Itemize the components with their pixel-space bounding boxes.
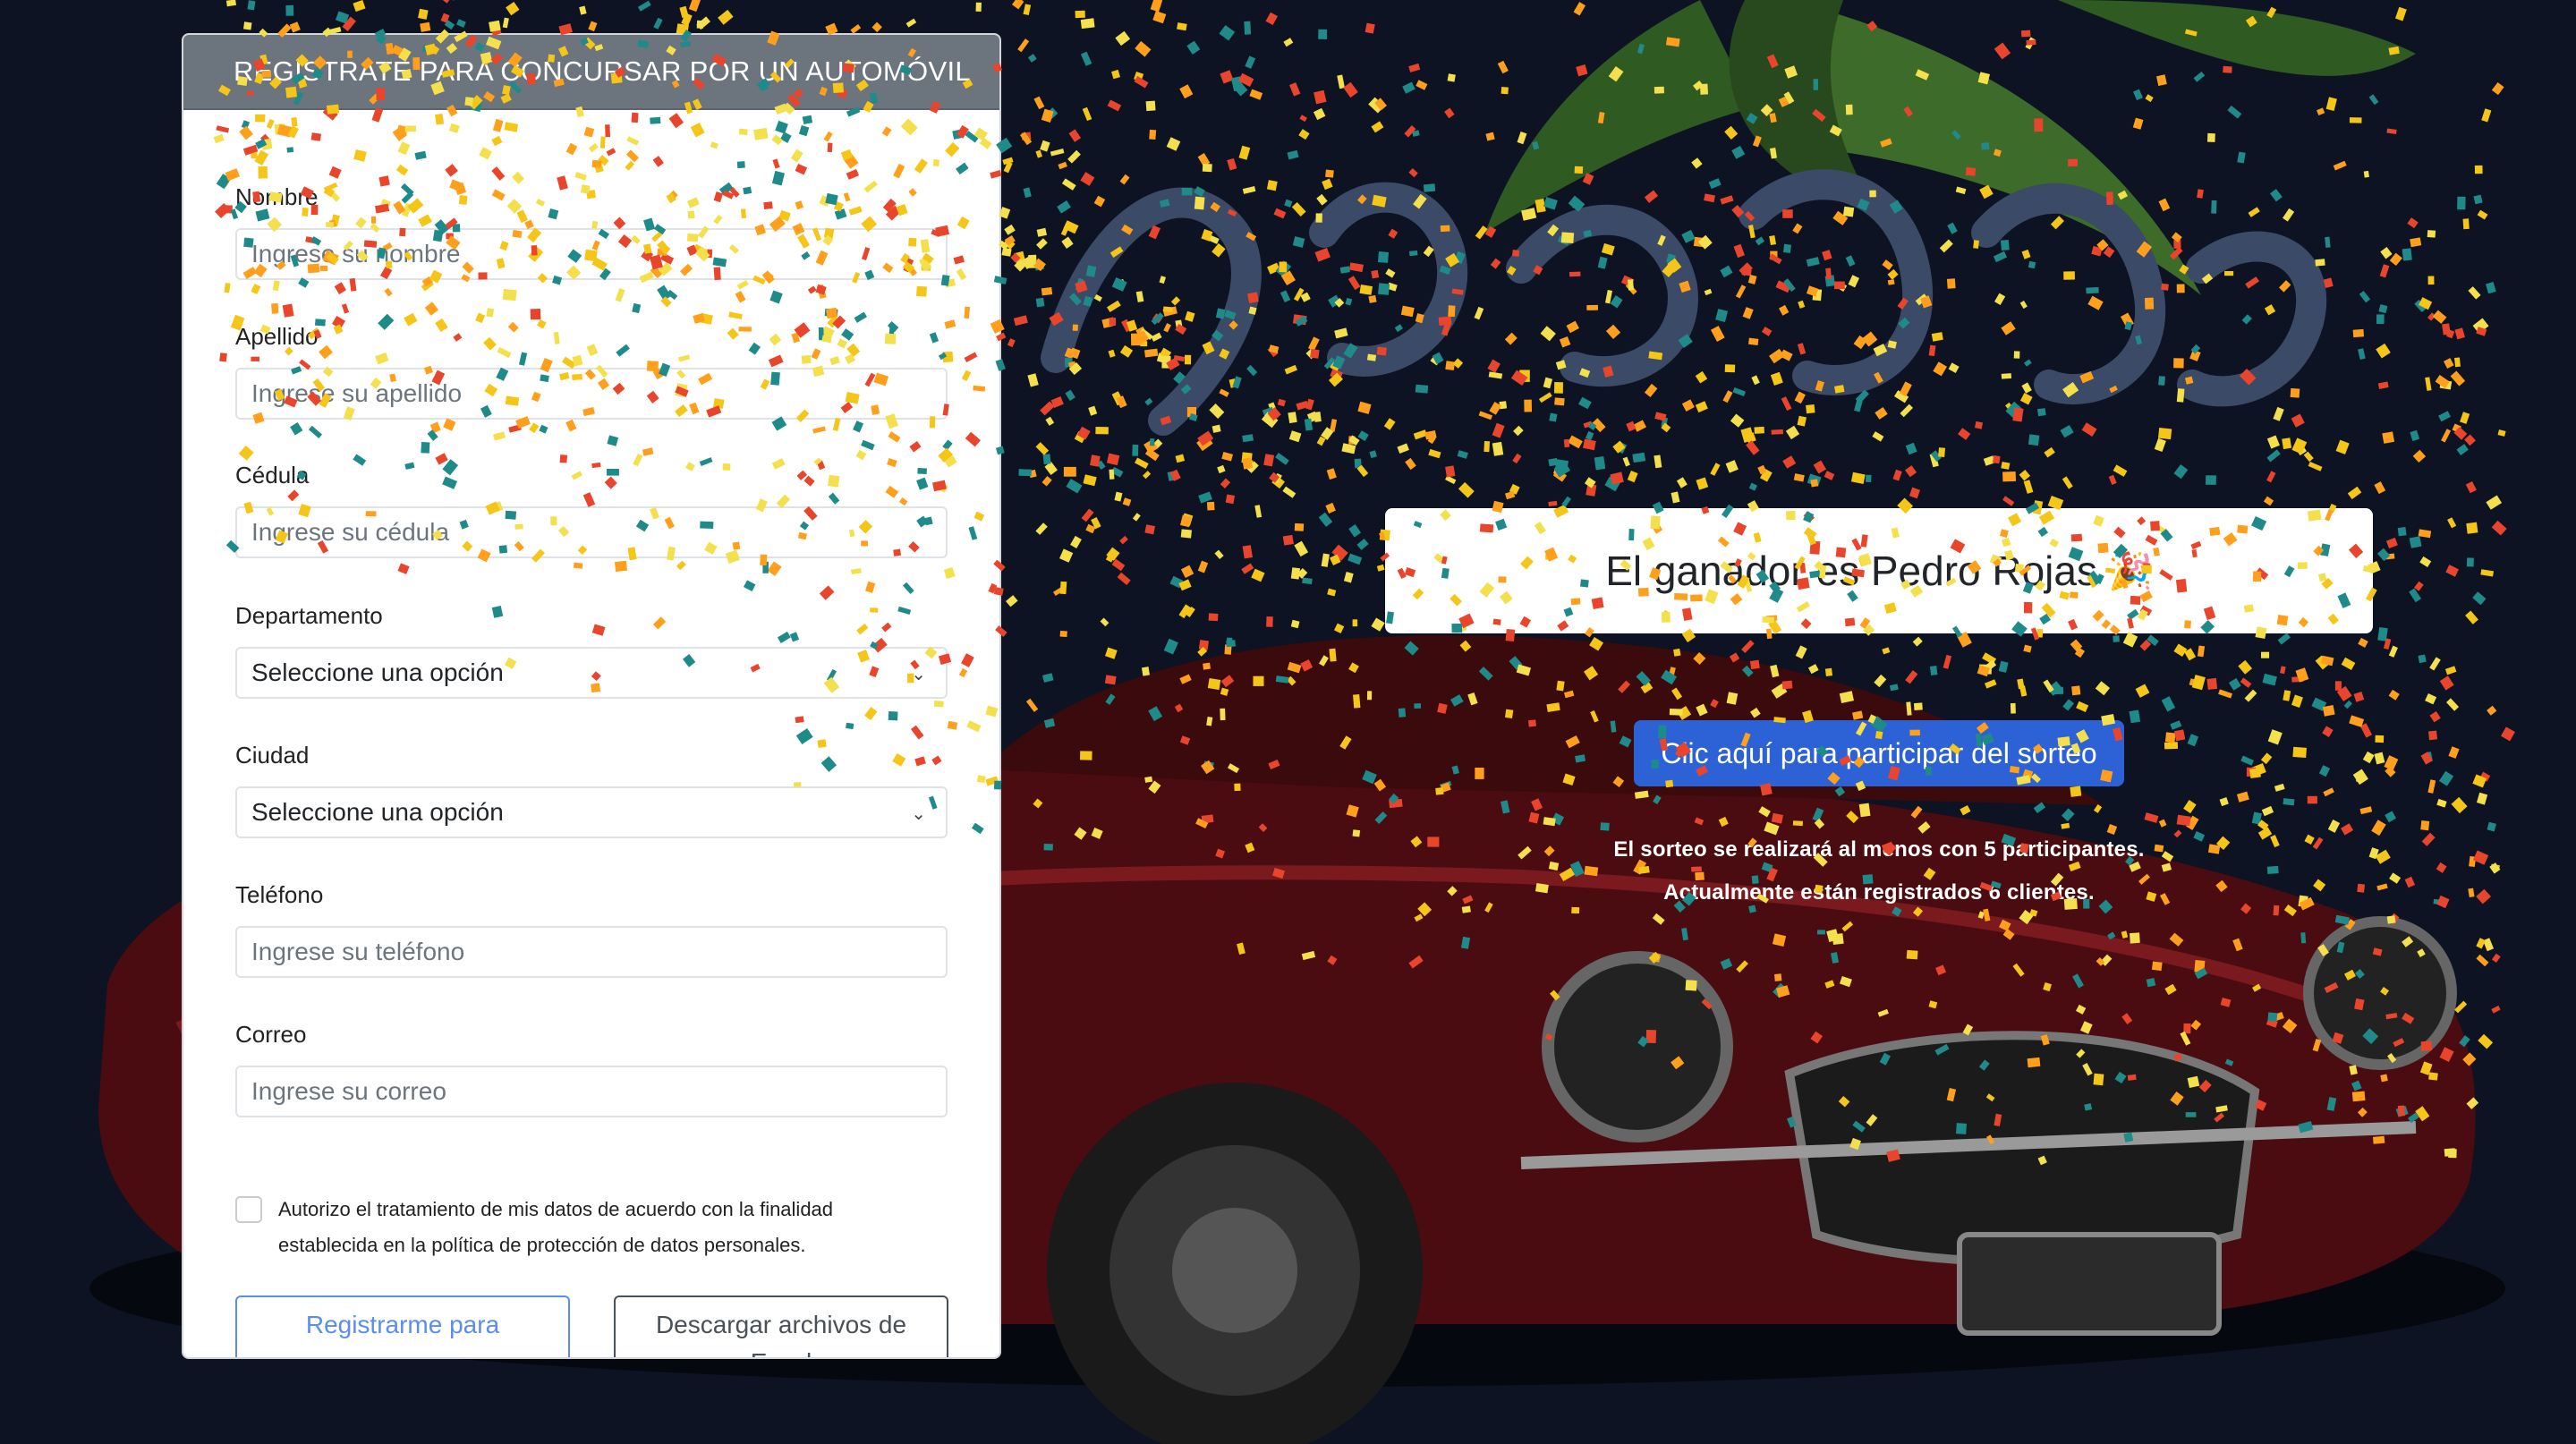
registered-count-text: Actualmente están registrados 6 clientes… [1663, 880, 2095, 905]
email-input[interactable] [235, 1066, 948, 1117]
participate-raffle-button[interactable]: Clic aquí para participar del sorteo [1634, 720, 2124, 786]
city-select[interactable]: Seleccione una opción ⌄ [235, 786, 948, 838]
consent-text: Autorizo el tratamiento de mis datos de … [278, 1198, 834, 1256]
register-button[interactable]: Registrarme para concursar [235, 1295, 570, 1357]
chevron-down-icon: ⌄ [911, 804, 926, 824]
id-number-input[interactable] [235, 506, 948, 558]
department-select[interactable]: Seleccione una opción ⌄ [235, 647, 948, 699]
phone-input[interactable] [235, 926, 948, 978]
party-popper-icon: 🎉 [2107, 551, 2153, 591]
download-excel-button[interactable]: Descargar archivos de Excel [614, 1295, 948, 1357]
phone-label: Teléfono [235, 881, 324, 908]
lastname-input[interactable] [235, 368, 948, 420]
card-header: REGÍSTRATE PARA CONCURSAR POR UN AUTOMÓV… [183, 35, 999, 110]
winner-text: El ganador es Pedro Rojas [1605, 548, 2097, 594]
city-label: Ciudad [235, 742, 310, 769]
consent-row: Autorizo el tratamiento de mis datos de … [235, 1192, 951, 1263]
winner-banner: El ganador es Pedro Rojas 🎉 [1385, 508, 2373, 633]
city-selected-value: Seleccione una opción [251, 798, 504, 826]
department-label: Departamento [235, 602, 383, 629]
email-label: Correo [235, 1021, 307, 1048]
chevron-down-icon: ⌄ [911, 665, 926, 684]
lastname-label: Apellido [235, 323, 319, 350]
registration-card: REGÍSTRATE PARA CONCURSAR POR UN AUTOMÓV… [182, 33, 1001, 1359]
raffle-minimum-text: El sorteo se realizará al menos con 5 pa… [1613, 837, 2145, 862]
name-label: Nombre [235, 183, 319, 210]
id-label: Cédula [235, 462, 310, 488]
name-input[interactable] [235, 228, 948, 280]
department-selected-value: Seleccione una opción [251, 658, 504, 686]
consent-checkbox[interactable] [235, 1196, 262, 1223]
